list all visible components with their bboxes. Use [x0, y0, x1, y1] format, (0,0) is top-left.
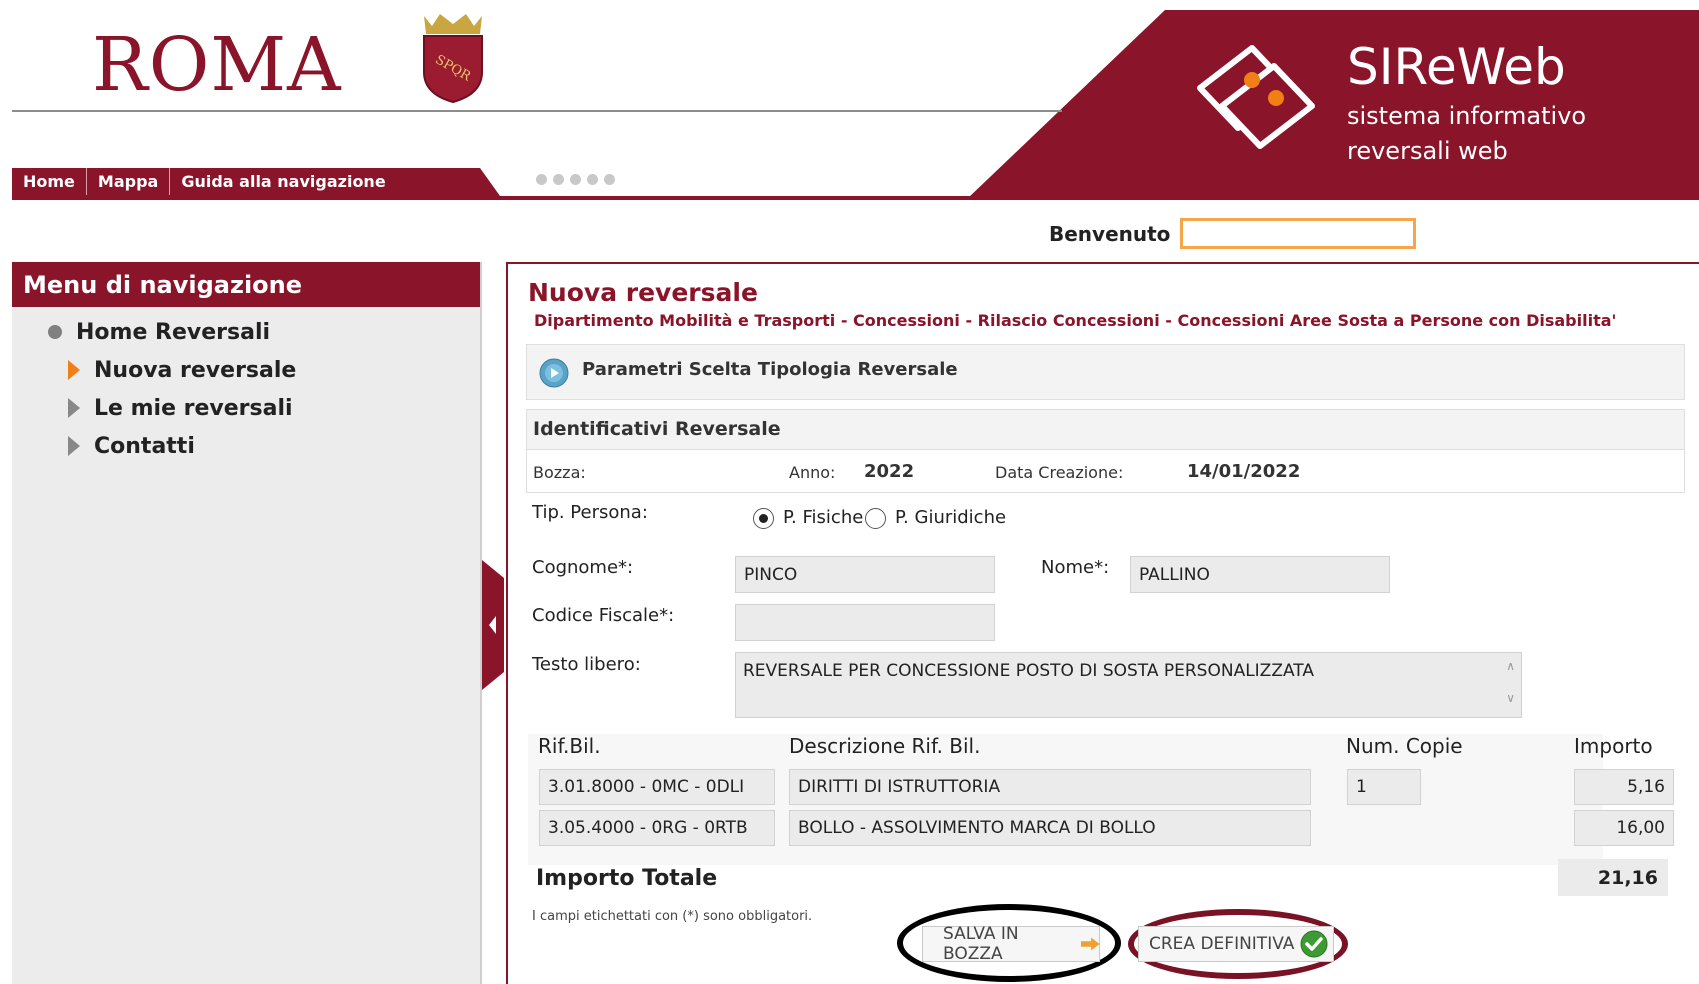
main-content: Nuova reversale Dipartimento Mobilità e …: [506, 262, 1699, 984]
triangle-right-icon: [68, 436, 80, 456]
sidebar-item-label: Nuova reversale: [94, 357, 297, 383]
radio-giuridiche-label: P. Giuridiche: [895, 507, 1007, 528]
row2-rif-bil: 3.05.4000 - 0RG - 0RTB: [539, 810, 775, 846]
roma-logo: ROMA: [92, 22, 342, 108]
importo-totale-value: 21,16: [1558, 859, 1668, 896]
importo-totale-label: Importo Totale: [536, 866, 718, 891]
cognome-label: Cognome*:: [532, 557, 634, 578]
scroll-down-icon[interactable]: ∨: [1506, 691, 1515, 705]
triangle-right-icon: [68, 398, 80, 418]
required-fields-note: I campi etichettati con (*) sono obbliga…: [532, 909, 813, 924]
brand-subtitle-2: reversali web: [1347, 137, 1508, 165]
cognome-input[interactable]: PINCO: [735, 556, 995, 593]
crea-definitiva-label: CREA DEFINITIVA: [1149, 934, 1295, 954]
ident-header: Identificativi Reversale: [527, 410, 1684, 450]
arrow-right-icon: [1080, 937, 1099, 951]
sidebar-item-contatti[interactable]: Contatti: [12, 427, 480, 465]
nome-input[interactable]: PALLINO: [1130, 556, 1390, 593]
nav-home[interactable]: Home: [12, 168, 87, 195]
testo-libero-textarea[interactable]: REVERSALE PER CONCESSIONE POSTO DI SOSTA…: [735, 652, 1522, 718]
sidebar: Menu di navigazione Home Reversali Nuova…: [12, 262, 482, 984]
dot-icon: [604, 174, 615, 185]
codice-fiscale-label: Codice Fiscale*:: [532, 605, 675, 626]
play-circle-icon: [539, 358, 569, 388]
anno-label: Anno:: [789, 463, 836, 482]
nav-guida[interactable]: Guida alla navigazione: [170, 168, 396, 195]
crea-definitiva-button[interactable]: CREA DEFINITIVA: [1138, 926, 1334, 962]
header-divider: [12, 110, 1062, 112]
dot-icon: [553, 174, 564, 185]
triangle-right-icon: [68, 360, 80, 380]
col-header-num-copie: Num. Copie: [1346, 734, 1463, 758]
row2-descrizione: BOLLO - ASSOLVIMENTO MARCA DI BOLLO: [789, 810, 1311, 846]
data-creazione-label: Data Creazione:: [995, 463, 1124, 482]
salva-in-bozza-button[interactable]: SALVA IN BOZZA: [922, 924, 1100, 964]
breadcrumb: Dipartimento Mobilità e Trasporti - Conc…: [534, 311, 1617, 330]
bullet-icon: [48, 325, 62, 339]
sidebar-item-nuova-reversale[interactable]: Nuova reversale: [12, 351, 480, 389]
radio-fisiche-label: P. Fisiche: [783, 507, 864, 528]
params-label: Parametri Scelta Tipologia Reversale: [582, 359, 958, 380]
roma-shield-icon: SPQR: [423, 14, 483, 104]
radio-persone-fisiche[interactable]: [753, 508, 774, 529]
dot-icon: [587, 174, 598, 185]
top-navigation: Home Mappa Guida alla navigazione: [12, 168, 397, 195]
scroll-up-icon[interactable]: ∧: [1506, 659, 1515, 673]
col-header-descrizione: Descrizione Rif. Bil.: [789, 734, 981, 758]
row1-importo: 5,16: [1574, 769, 1674, 805]
sidebar-item-label: Home Reversali: [76, 319, 271, 345]
anno-value: 2022: [864, 461, 915, 482]
data-creazione-value: 14/01/2022: [1187, 461, 1301, 482]
dot-icon: [536, 174, 547, 185]
radio-persone-giuridiche[interactable]: [865, 508, 886, 529]
salva-in-bozza-label: SALVA IN BOZZA: [943, 924, 1019, 964]
params-panel[interactable]: Parametri Scelta Tipologia Reversale: [526, 344, 1685, 400]
sidebar-item-le-mie-reversali[interactable]: Le mie reversali: [12, 389, 480, 427]
tip-persona-label: Tip. Persona:: [532, 502, 648, 523]
col-header-importo: Importo: [1574, 734, 1653, 758]
codice-fiscale-input[interactable]: [735, 604, 995, 641]
page-title: Nuova reversale: [528, 278, 758, 307]
welcome-label: Benvenuto: [1049, 222, 1171, 246]
row2-importo: 16,00: [1574, 810, 1674, 846]
brand-title: SIReWeb: [1347, 38, 1566, 96]
row1-descrizione: DIRITTI DI ISTRUTTORIA: [789, 769, 1311, 805]
sidebar-item-label: Le mie reversali: [94, 395, 293, 421]
nav-mappa[interactable]: Mappa: [87, 168, 171, 195]
sidebar-item-label: Contatti: [94, 433, 195, 459]
sidebar-title: Menu di navigazione: [12, 262, 480, 307]
welcome-user-field: [1180, 218, 1416, 249]
sireweb-logo-icon: [1197, 45, 1315, 149]
nome-label: Nome*:: [1041, 557, 1110, 578]
ident-panel: Identificativi Reversale Bozza: Anno: 20…: [526, 409, 1685, 493]
check-circle-icon: [1300, 930, 1328, 958]
testo-libero-label: Testo libero:: [532, 654, 641, 675]
row1-rif-bil: 3.01.8000 - 0MC - 0DLI: [539, 769, 775, 805]
bozza-label: Bozza:: [533, 463, 586, 482]
dot-icon: [570, 174, 581, 185]
decorative-dots: [536, 174, 615, 185]
sidebar-collapse-toggle[interactable]: [482, 560, 504, 690]
testo-libero-value: REVERSALE PER CONCESSIONE POSTO DI SOSTA…: [743, 661, 1314, 681]
sidebar-item-home-reversali[interactable]: Home Reversali: [12, 313, 480, 351]
col-header-rif-bil: Rif.Bil.: [538, 734, 601, 758]
brand-subtitle-1: sistema informativo: [1347, 102, 1587, 130]
row1-num-copie-input[interactable]: 1: [1347, 769, 1421, 805]
